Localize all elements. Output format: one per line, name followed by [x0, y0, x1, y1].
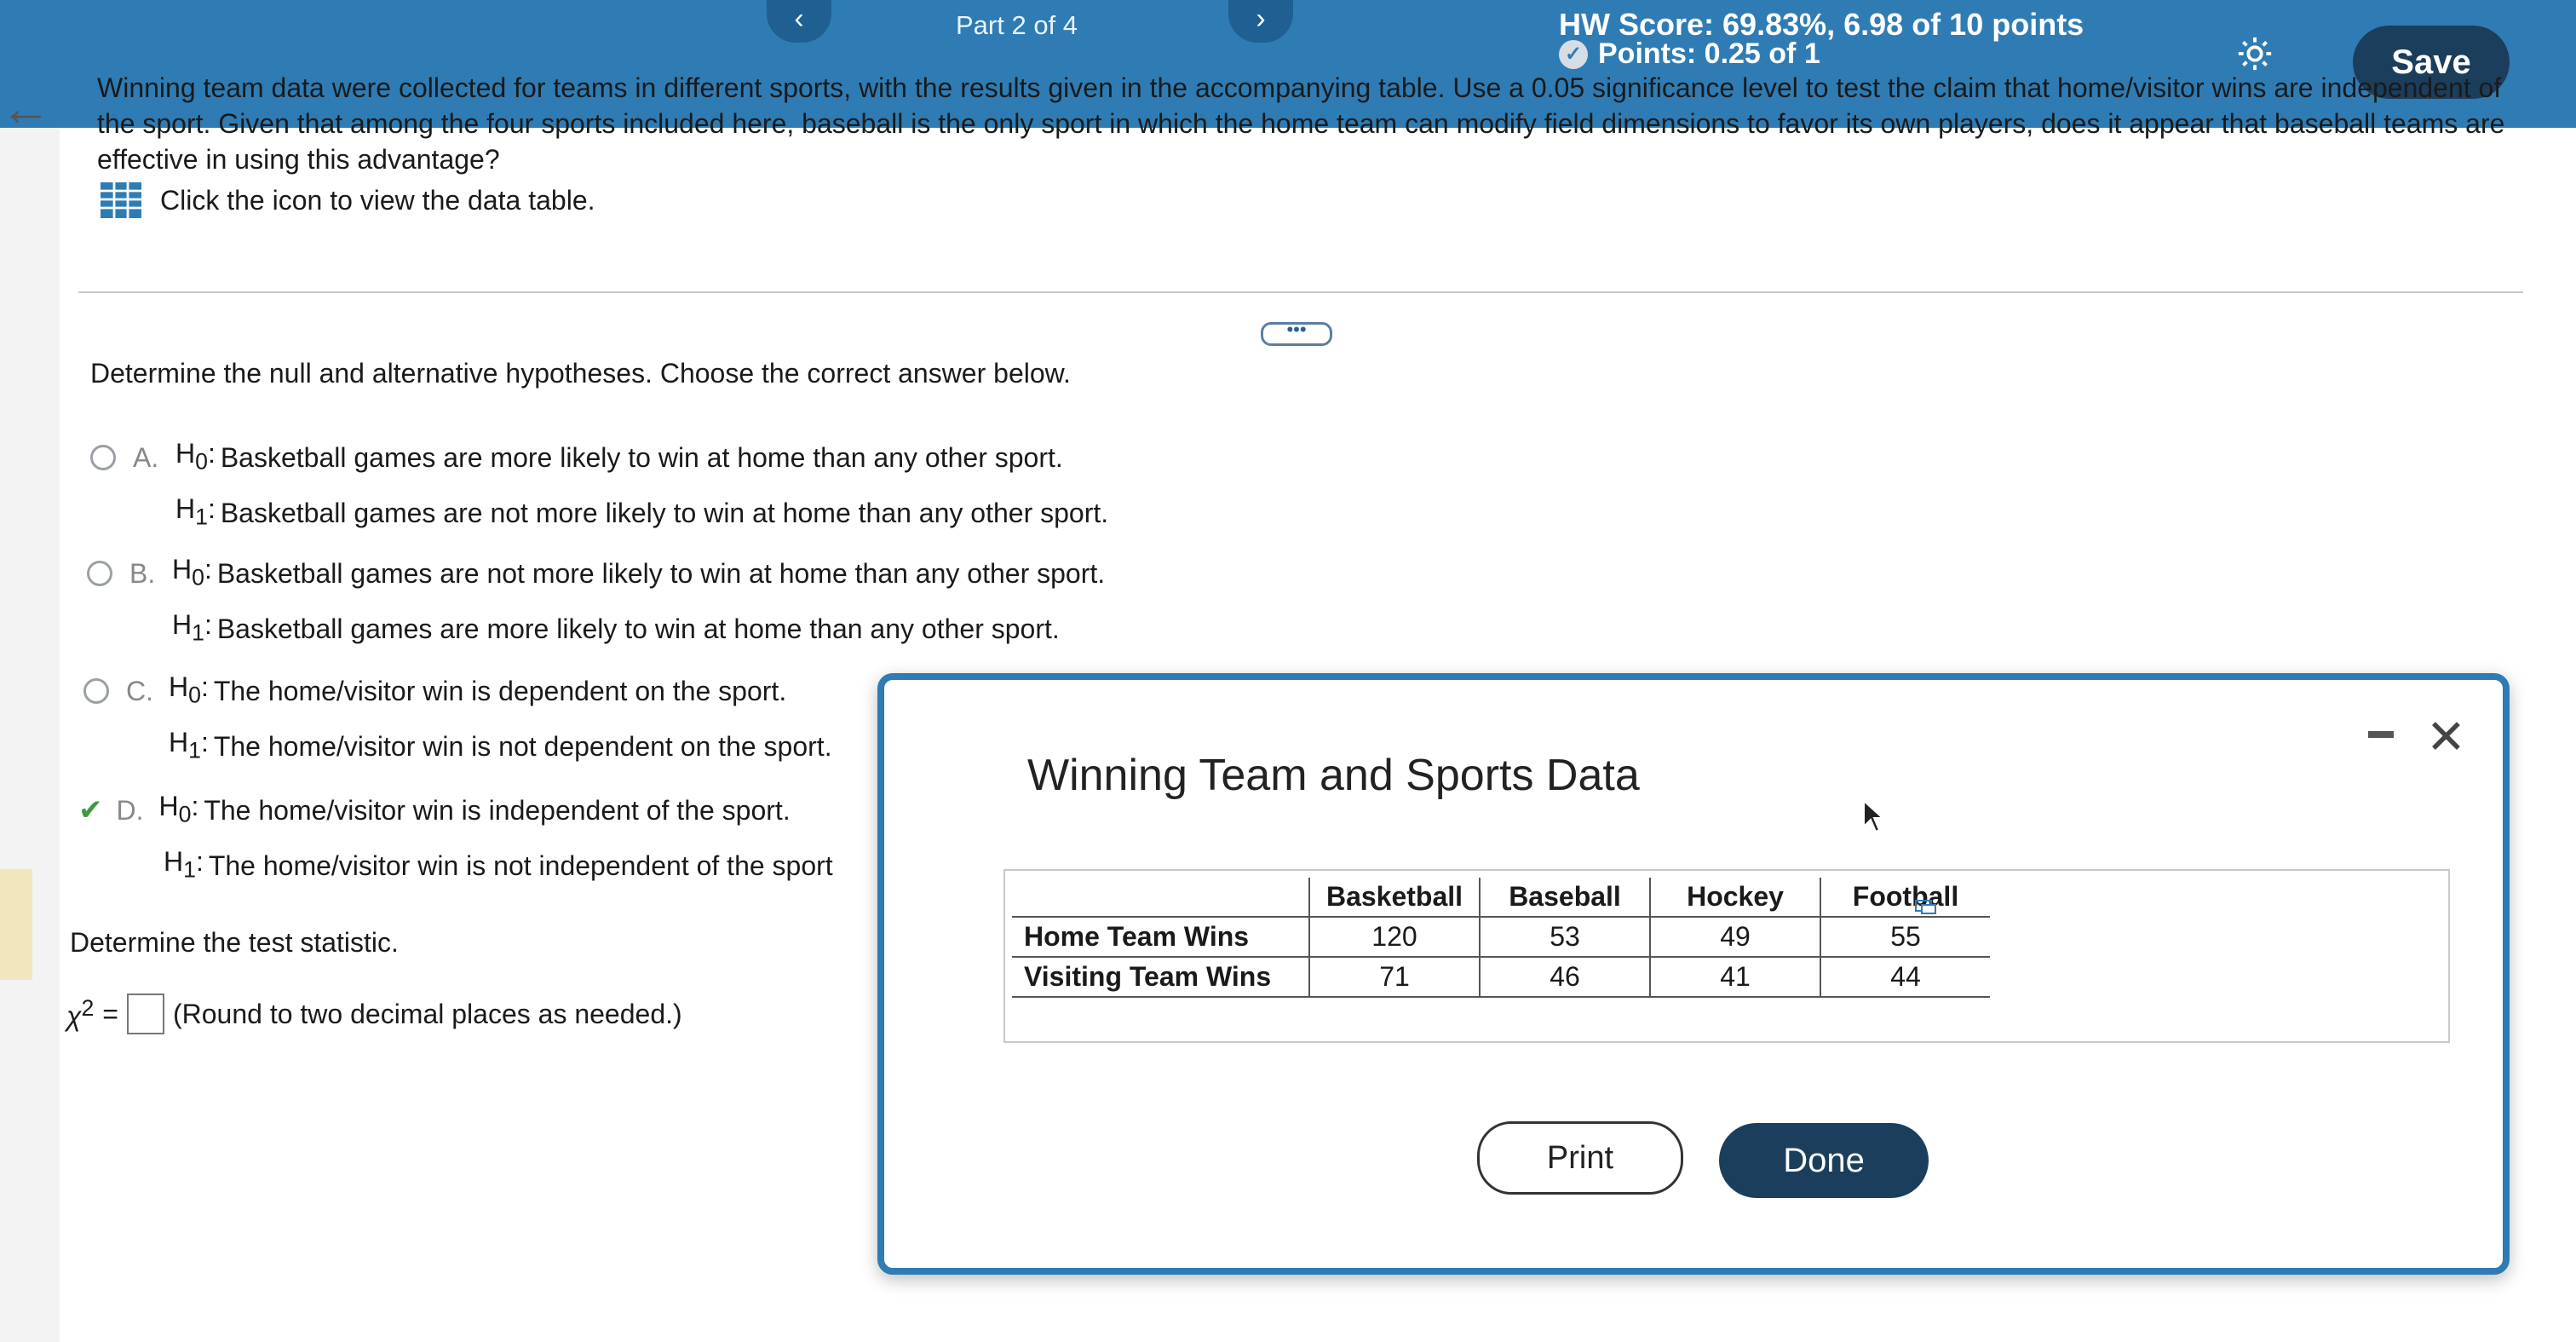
- table-row: Visiting Team Wins 71 46 41 44: [1012, 957, 1990, 998]
- h1-label: H1:: [175, 493, 216, 530]
- column-header: Baseball: [1479, 878, 1650, 918]
- data-table-dialog: Winning Team and Sports Data ✕ Basketbal…: [877, 673, 2510, 1275]
- equals-sign: =: [102, 998, 118, 1029]
- close-icon[interactable]: ✕: [2426, 709, 2466, 765]
- option-d-h0: The home/visitor win is independent of t…: [204, 794, 791, 826]
- table-cell: 44: [1820, 957, 1990, 998]
- table-link-text: Click the icon to view the data table.: [160, 184, 595, 216]
- h0-label: H0:: [158, 791, 199, 827]
- option-c-h0: The home/visitor win is dependent on the…: [213, 675, 787, 706]
- hypotheses-prompt: Determine the null and alternative hypot…: [90, 358, 1071, 389]
- chi-square-row: χ2 = (Round to two decimal places as nee…: [66, 994, 682, 1034]
- option-a-h1: Basketball games are not more likely to …: [220, 498, 1109, 529]
- radio-option-a[interactable]: [90, 444, 116, 470]
- option-b-h1: Basketball games are more likely to win …: [216, 613, 1060, 645]
- radio-option-b[interactable]: [87, 560, 112, 586]
- h0-label: H0:: [169, 671, 209, 708]
- divider: [78, 291, 2523, 293]
- h1-label: H1:: [169, 727, 209, 763]
- expand-button[interactable]: •••: [1261, 320, 1332, 346]
- table-frame: Basketball Baseball Hockey Football Home…: [1003, 869, 2450, 1043]
- table-icon[interactable]: [101, 182, 141, 218]
- minimize-icon[interactable]: [2368, 731, 2394, 738]
- copy-table-icon[interactable]: [1915, 900, 1937, 915]
- column-header: Football: [1820, 878, 1990, 918]
- column-header: Hockey: [1649, 878, 1820, 918]
- option-c[interactable]: C. H0: The home/visitor win is dependent…: [83, 663, 832, 775]
- row-label: Home Team Wins: [1012, 917, 1309, 958]
- mouse-cursor-icon: [1863, 799, 1884, 833]
- checkmark-icon: ✔: [78, 793, 103, 827]
- chi-square-symbol: χ2: [66, 995, 95, 1032]
- column-header: Basketball: [1308, 878, 1480, 918]
- h1-label: H1:: [172, 609, 212, 646]
- option-b[interactable]: B. H0: Basketball games are not more lik…: [87, 545, 1105, 657]
- table-cell: 53: [1479, 917, 1650, 958]
- done-button[interactable]: Done: [1719, 1123, 1929, 1198]
- row-label: Visiting Team Wins: [1012, 957, 1309, 998]
- radio-option-c[interactable]: [83, 677, 109, 704]
- table-row: Home Team Wins 120 53 49 55: [1012, 917, 1990, 958]
- print-button[interactable]: Print: [1477, 1121, 1683, 1195]
- table-cell: 49: [1649, 917, 1820, 958]
- table-cell: 71: [1308, 957, 1480, 998]
- data-table-link[interactable]: Click the icon to view the data table.: [101, 182, 595, 218]
- round-note: (Round to two decimal places as needed.): [172, 998, 682, 1029]
- option-a[interactable]: A. H0: Basketball games are more likely …: [90, 429, 1108, 541]
- h0-label: H0:: [172, 554, 212, 590]
- table-cell: 41: [1649, 957, 1820, 998]
- table-cell: 55: [1820, 917, 1990, 958]
- option-c-h1: The home/visitor win is not dependent on…: [213, 731, 832, 763]
- chi-square-input[interactable]: [126, 994, 164, 1034]
- option-b-h0: Basketball games are not more likely to …: [216, 557, 1106, 589]
- question-text: Winning team data were collected for tea…: [97, 72, 2505, 175]
- table-cell: 120: [1308, 917, 1480, 958]
- dialog-title: Winning Team and Sports Data: [1027, 751, 1640, 800]
- h0-label: H0:: [175, 438, 216, 475]
- option-a-h0: Basketball games are more likely to win …: [220, 441, 1063, 473]
- table-cell: 46: [1479, 957, 1650, 998]
- h1-label: H1:: [164, 846, 204, 883]
- statistic-prompt: Determine the test statistic.: [70, 927, 399, 958]
- option-d-h1: The home/visitor win is not independent …: [208, 850, 833, 882]
- data-table: Basketball Baseball Hockey Football Home…: [1012, 878, 1990, 998]
- option-d[interactable]: ✔ D. H0: The home/visitor win is indepen…: [78, 782, 833, 894]
